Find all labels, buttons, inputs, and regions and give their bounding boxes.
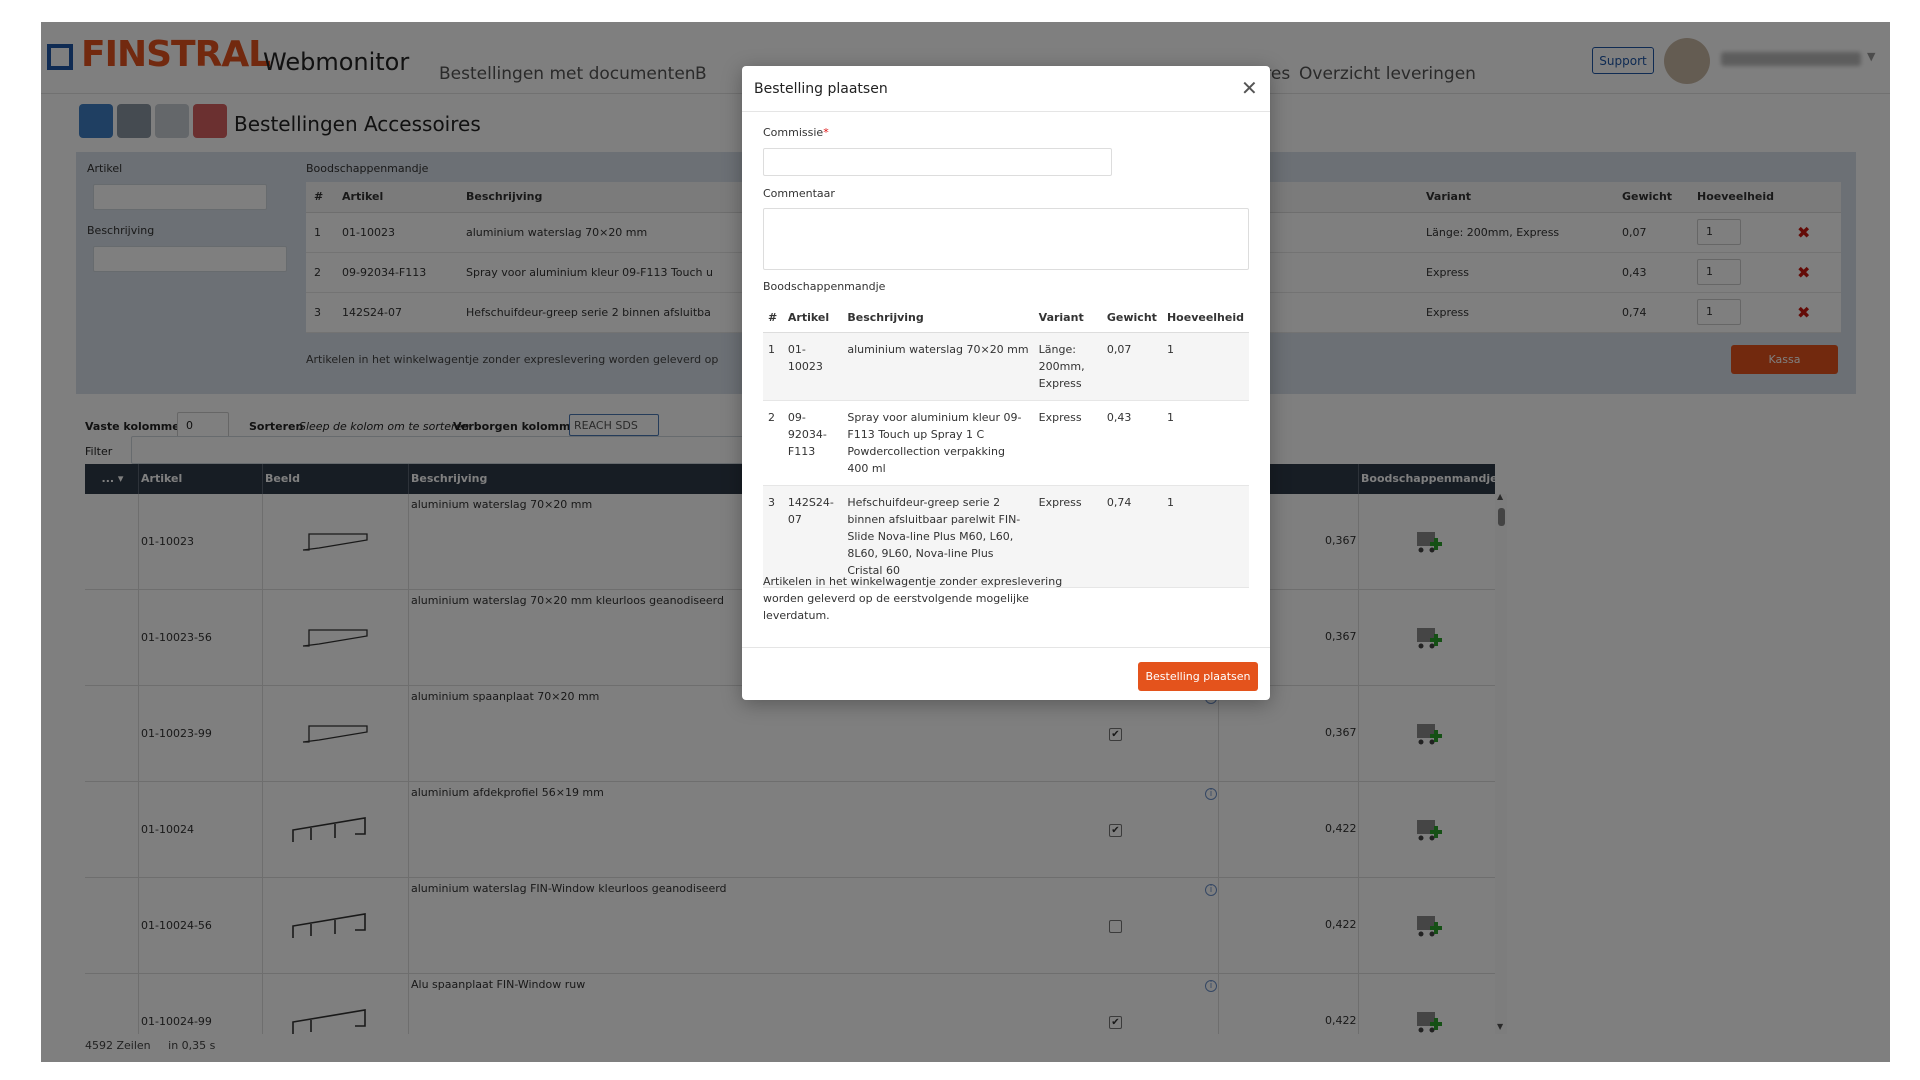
modal-cell-qty: 1	[1161, 485, 1249, 588]
commissie-label-text: Commissie	[763, 126, 824, 139]
order-modal: Bestelling plaatsen ✕ Commissie* Comment…	[742, 66, 1270, 700]
modal-cell-qty: 1	[1161, 332, 1249, 401]
modal-cell-artikel: 09-92034-F113	[782, 400, 843, 486]
modal-col-hoeveelheid: Hoeveelheid	[1161, 303, 1249, 333]
modal-basket-header: # Artikel Beschrijving Variant Gewicht H…	[763, 303, 1249, 333]
modal-cell-desc: Hefschuifdeur-greep serie 2 binnen afslu…	[842, 485, 1034, 588]
table-row: 3 142S24-07 Hefschuifdeur-greep serie 2 …	[763, 485, 1249, 588]
modal-header: Bestelling plaatsen ✕	[742, 66, 1270, 112]
modal-col-gewicht: Gewicht	[1101, 303, 1162, 333]
modal-cell-n: 2	[763, 400, 783, 486]
modal-cell-gewicht: 0,43	[1101, 400, 1162, 486]
commissie-input[interactable]	[763, 148, 1112, 176]
modal-title: Bestelling plaatsen	[754, 81, 888, 97]
modal-basket-label: Boodschappenmandje	[763, 280, 886, 293]
close-icon[interactable]: ✕	[1241, 78, 1258, 98]
modal-col-variant: Variant	[1033, 303, 1102, 333]
modal-cell-variant: Länge: 200mm, Express	[1033, 332, 1102, 401]
table-row: 2 09-92034-F113 Spray voor aluminium kle…	[763, 400, 1249, 486]
modal-cell-desc: aluminium waterslag 70×20 mm	[842, 332, 1034, 401]
modal-col-n: #	[763, 303, 783, 333]
modal-cell-variant: Express	[1033, 400, 1102, 486]
bestelling-plaatsen-button[interactable]: Bestelling plaatsen	[1138, 662, 1258, 691]
modal-cell-desc: Spray voor aluminium kleur 09-F113 Touch…	[842, 400, 1034, 486]
commentaar-label: Commentaar	[763, 187, 835, 200]
modal-col-beschrijving: Beschrijving	[842, 303, 1034, 333]
modal-delivery-note: Artikelen in het winkelwagentje zonder e…	[763, 575, 1063, 622]
app-window: FINSTRAL Webmonitor Bestellingen met doc…	[41, 22, 1890, 1062]
modal-cell-qty: 1	[1161, 400, 1249, 486]
modal-cell-artikel: 142S24-07	[782, 485, 843, 588]
modal-col-artikel: Artikel	[782, 303, 843, 333]
modal-cell-gewicht: 0,07	[1101, 332, 1162, 401]
modal-cell-variant: Express	[1033, 485, 1102, 588]
modal-cell-gewicht: 0,74	[1101, 485, 1162, 588]
modal-basket-table: # Artikel Beschrijving Variant Gewicht H…	[763, 303, 1249, 588]
required-mark: *	[823, 126, 829, 139]
commentaar-textarea[interactable]	[763, 208, 1249, 270]
modal-footer-divider	[742, 647, 1270, 648]
commissie-label: Commissie*	[763, 126, 829, 139]
modal-cell-n: 1	[763, 332, 783, 401]
modal-cell-n: 3	[763, 485, 783, 588]
modal-cell-artikel: 01-10023	[782, 332, 843, 401]
table-row: 1 01-10023 aluminium waterslag 70×20 mm …	[763, 332, 1249, 401]
